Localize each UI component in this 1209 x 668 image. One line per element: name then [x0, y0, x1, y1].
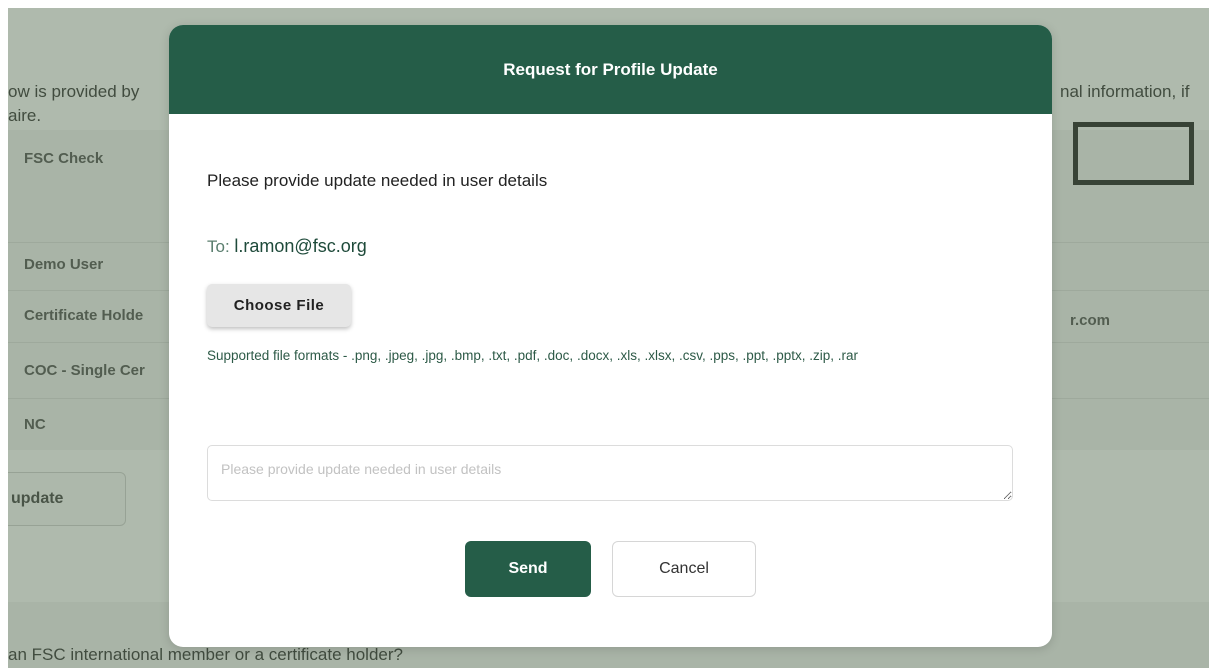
instruction-text: Please provide update needed in user det… — [207, 171, 548, 190]
choose-file-button[interactable]: Choose File — [207, 284, 351, 327]
left-margin — [0, 0, 8, 668]
update-details-textarea[interactable] — [207, 445, 1013, 501]
modal-header: Request for Profile Update — [169, 25, 1052, 114]
to-label: To: — [207, 237, 235, 256]
profile-update-modal: Request for Profile Update Please provid… — [169, 25, 1052, 647]
recipient-line: To: l.ramon@fsc.org — [207, 236, 367, 257]
top-margin — [0, 0, 1209, 8]
supported-formats-text: Supported file formats - .png, .jpeg, .j… — [207, 348, 859, 363]
send-button[interactable]: Send — [465, 541, 591, 597]
recipient-email: l.ramon@fsc.org — [234, 236, 367, 256]
modal-title: Request for Profile Update — [503, 59, 718, 79]
page: ow is provided by nal information, if ai… — [0, 0, 1209, 668]
cancel-button[interactable]: Cancel — [612, 541, 756, 597]
